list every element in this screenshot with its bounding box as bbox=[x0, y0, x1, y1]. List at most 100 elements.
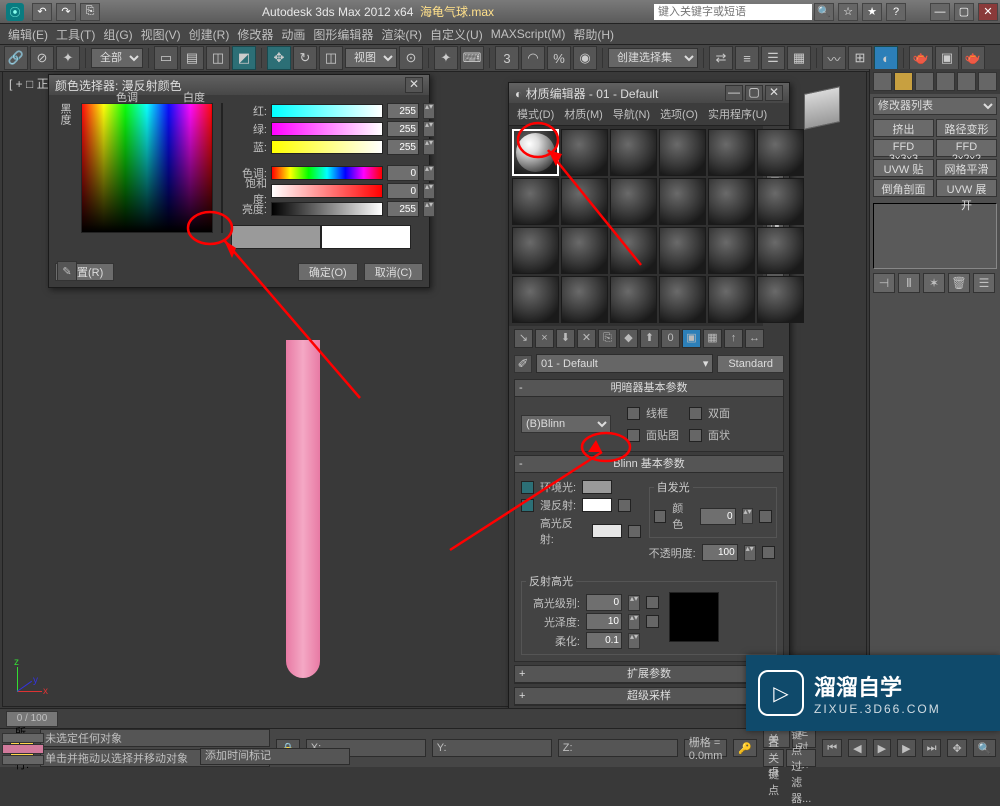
app-icon[interactable]: ⦿ bbox=[6, 3, 24, 21]
get-material-icon[interactable]: ↘ bbox=[514, 329, 533, 348]
mod-ffd2[interactable]: FFD 2x2x2 bbox=[936, 139, 997, 157]
goto-end-icon[interactable]: ⏭ bbox=[922, 739, 942, 757]
material-slot[interactable] bbox=[757, 129, 804, 176]
sat-input[interactable] bbox=[387, 183, 419, 199]
material-slot[interactable] bbox=[757, 178, 804, 225]
add-time-tag[interactable]: 添加时间标记 bbox=[200, 748, 350, 765]
go-parent-icon[interactable]: ↑ bbox=[724, 329, 743, 348]
bind-icon[interactable]: ✦ bbox=[56, 46, 80, 70]
window-crossing-icon[interactable]: ◩ bbox=[232, 46, 256, 70]
material-slot[interactable] bbox=[561, 129, 608, 176]
wire-checkbox[interactable] bbox=[627, 407, 640, 420]
val-input[interactable] bbox=[387, 201, 419, 217]
ambient-lock-icon[interactable] bbox=[521, 481, 534, 494]
ok-button[interactable]: 确定(O) bbox=[298, 263, 358, 281]
mod-extrude[interactable]: 挤出 bbox=[873, 119, 934, 137]
selfillum-spinner[interactable]: ▴▾ bbox=[742, 508, 754, 524]
unique-icon[interactable]: ✶ bbox=[923, 273, 945, 293]
mat-menu-options[interactable]: 选项(O) bbox=[660, 106, 698, 122]
specular-map-button[interactable] bbox=[628, 525, 641, 538]
ambient-swatch[interactable] bbox=[582, 480, 612, 494]
next-frame-icon[interactable]: ▶ bbox=[897, 739, 915, 757]
close-button[interactable]: ✕ bbox=[978, 3, 998, 21]
mat-min-button[interactable]: — bbox=[725, 85, 743, 101]
gloss-input[interactable] bbox=[586, 613, 622, 630]
rollout-extended[interactable]: +扩展参数 bbox=[515, 666, 783, 683]
material-slot[interactable] bbox=[708, 276, 755, 323]
pivot-icon[interactable]: ⊙ bbox=[399, 46, 423, 70]
time-slider-knob[interactable]: 0 / 100 bbox=[6, 711, 58, 727]
faceted-checkbox[interactable] bbox=[689, 429, 702, 442]
menu-edit[interactable]: 编辑(E) bbox=[8, 26, 48, 43]
time-tag-icon[interactable]: 🔑 bbox=[733, 739, 757, 757]
mat-max-button[interactable]: ▢ bbox=[745, 85, 763, 101]
show-map-icon[interactable]: ▣ bbox=[682, 329, 701, 348]
spinner-snap-icon[interactable]: ◉ bbox=[573, 46, 597, 70]
menu-group[interactable]: 组(G) bbox=[103, 26, 132, 43]
menu-help[interactable]: 帮助(H) bbox=[573, 26, 614, 43]
color-picker-close-button[interactable]: ✕ bbox=[405, 77, 423, 93]
tab-display-icon[interactable] bbox=[957, 72, 976, 91]
link-icon[interactable]: 🔗 bbox=[4, 46, 28, 70]
material-name-dropdown[interactable]: 01 - Default▾ bbox=[536, 354, 713, 373]
set-key-button[interactable]: 设置关键点 bbox=[763, 749, 784, 767]
tab-create-icon[interactable] bbox=[873, 72, 892, 91]
speclevel-spinner[interactable]: ▴▾ bbox=[628, 595, 640, 611]
material-slot[interactable] bbox=[757, 227, 804, 274]
eyedropper-icon[interactable]: ✎ bbox=[57, 261, 77, 281]
scale-icon[interactable]: ◫ bbox=[319, 46, 343, 70]
two-sided-checkbox[interactable] bbox=[689, 407, 702, 420]
qa-link[interactable]: ⎘ bbox=[80, 3, 100, 21]
mirror-icon[interactable]: ⇄ bbox=[709, 46, 733, 70]
maximize-button[interactable]: ▢ bbox=[954, 3, 974, 21]
put-back-icon[interactable]: × bbox=[535, 329, 554, 348]
material-slot[interactable] bbox=[512, 178, 559, 225]
material-editor-icon[interactable]: ◐ bbox=[874, 46, 898, 70]
material-slot[interactable] bbox=[512, 227, 559, 274]
material-type-button[interactable]: Standard bbox=[717, 355, 784, 373]
configure-icon[interactable]: ☰ bbox=[973, 273, 995, 293]
speclevel-map-button[interactable] bbox=[646, 596, 659, 609]
hue-saturation-field[interactable] bbox=[81, 103, 213, 233]
put-lib-icon[interactable]: ⬆ bbox=[640, 329, 659, 348]
qa-redo[interactable]: ↷ bbox=[56, 3, 76, 21]
material-slot[interactable] bbox=[708, 129, 755, 176]
sat-slider[interactable] bbox=[271, 184, 383, 198]
opacity-input[interactable] bbox=[702, 544, 738, 561]
show-end-icon[interactable]: Ⅱ bbox=[898, 273, 920, 293]
val-spinner[interactable]: ▴▾ bbox=[423, 201, 435, 217]
track-bar-mini[interactable] bbox=[2, 733, 44, 765]
minimize-button[interactable]: — bbox=[930, 3, 950, 21]
red-spinner[interactable]: ▴▾ bbox=[423, 103, 435, 119]
angle-snap-icon[interactable]: ◠ bbox=[521, 46, 545, 70]
specular-swatch[interactable] bbox=[592, 524, 622, 538]
mod-uvwunwrap[interactable]: UVW 展开 bbox=[936, 179, 997, 197]
mod-bevelprofile[interactable]: 倒角剖面 bbox=[873, 179, 934, 197]
mod-pathdeform[interactable]: 路径变形 bbox=[936, 119, 997, 137]
mat-id-icon[interactable]: 0 bbox=[661, 329, 680, 348]
speclevel-input[interactable] bbox=[586, 594, 622, 611]
time-slider[interactable]: 0 / 100 bbox=[0, 708, 870, 729]
menu-maxscript[interactable]: MAXScript(M) bbox=[491, 27, 566, 41]
mat-close-button[interactable]: ✕ bbox=[765, 85, 783, 101]
keyboard-icon[interactable]: ⌨ bbox=[460, 46, 484, 70]
reset-map-icon[interactable]: ✕ bbox=[577, 329, 596, 348]
unique-icon[interactable]: ◆ bbox=[619, 329, 638, 348]
hue-slider[interactable] bbox=[271, 166, 383, 180]
menu-rendering[interactable]: 渲染(R) bbox=[381, 26, 422, 43]
pin-stack-icon[interactable]: ⊣ bbox=[873, 273, 895, 293]
old-color-swatch[interactable] bbox=[231, 225, 321, 249]
selfillum-map-button[interactable] bbox=[759, 510, 772, 523]
mod-uvwmap[interactable]: UVW 贴图 bbox=[873, 159, 934, 177]
assign-icon[interactable]: ⬇ bbox=[556, 329, 575, 348]
material-slot[interactable] bbox=[561, 178, 608, 225]
material-slot[interactable] bbox=[708, 178, 755, 225]
qa-undo[interactable]: ↶ bbox=[32, 3, 52, 21]
help-dropdown[interactable]: 🔍 bbox=[814, 3, 834, 21]
eyedropper-material-icon[interactable]: ✐ bbox=[514, 355, 532, 373]
mat-menu-material[interactable]: 材质(M) bbox=[564, 106, 603, 122]
schematic-icon[interactable]: ⊞ bbox=[848, 46, 872, 70]
z-coord[interactable]: Z: bbox=[558, 739, 678, 757]
menu-customize[interactable]: 自定义(U) bbox=[430, 26, 483, 43]
material-slot[interactable] bbox=[610, 129, 657, 176]
